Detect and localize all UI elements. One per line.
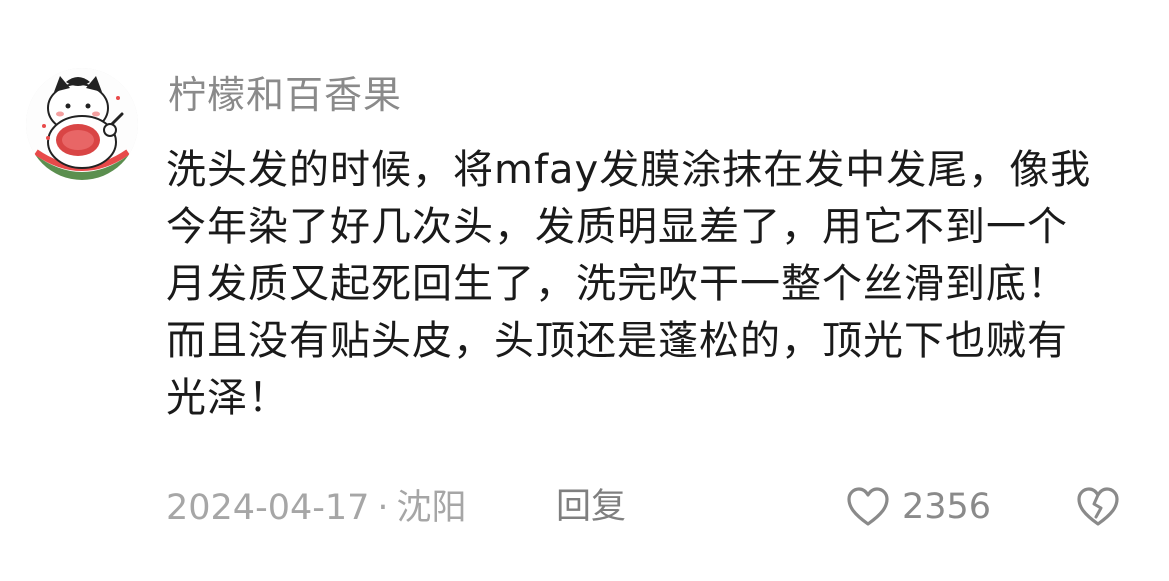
broken-heart-icon	[1077, 487, 1119, 526]
cartoon-cat-avatar-icon	[26, 68, 138, 180]
username[interactable]: 柠檬和百香果	[168, 70, 402, 120]
dislike-button[interactable]	[1074, 482, 1122, 532]
reply-button[interactable]: 回复	[556, 484, 626, 530]
comment-text-line: 而且没有贴头皮，头顶还是蓬松的，顶光下也贼有	[166, 318, 1068, 364]
like-count: 2356	[902, 487, 992, 527]
comment-location: 沈阳	[396, 488, 467, 528]
like-button[interactable]: 2356	[846, 482, 991, 532]
comment-text-line: 今年染了好几次头，发质明显差了，用它不到一个	[166, 204, 1068, 250]
comment-text-line: 洗头发的时候，将mfay发膜涂抹在发中发尾，像我	[166, 147, 1092, 193]
avatar[interactable]	[26, 68, 138, 180]
comment-text-line: 月发质又起死回生了，洗完吹干一整个丝滑到底！	[166, 261, 1068, 307]
comment-meta: 2024-04-17 · 沈阳	[166, 484, 467, 530]
comment-item: 柠檬和百香果 洗头发的时候，将mfay发膜涂抹在发中发尾，像我 今年染了好几次头…	[0, 0, 1169, 581]
comment-text-line: 光泽！	[166, 375, 289, 421]
comment-text: 洗头发的时候，将mfay发膜涂抹在发中发尾，像我 今年染了好几次头，发质明显差了…	[166, 142, 1126, 427]
heart-outline-icon	[847, 487, 889, 526]
comment-date: 2024-04-17	[166, 488, 370, 528]
meta-separator: ·	[377, 488, 389, 528]
